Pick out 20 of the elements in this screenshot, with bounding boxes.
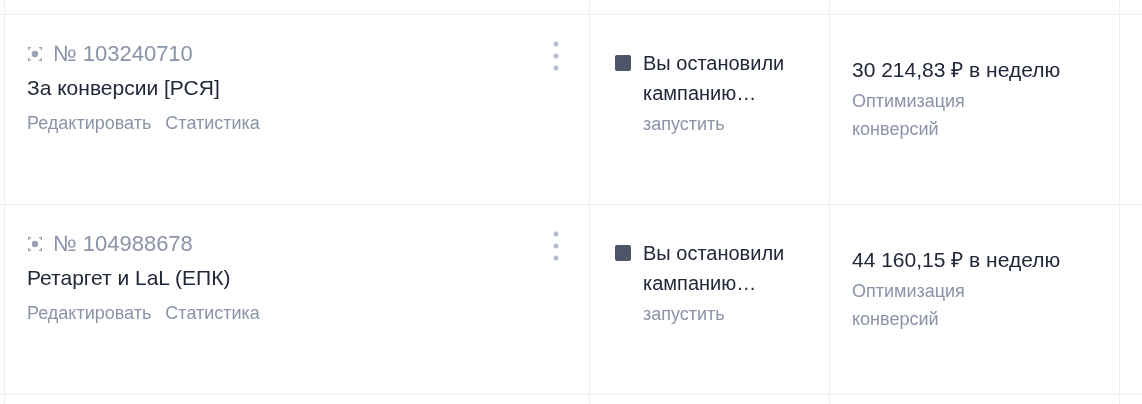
campaign-name: За конверсии [РСЯ] bbox=[27, 75, 221, 101]
campaign-link[interactable]: Статистика bbox=[165, 109, 260, 137]
more-icon[interactable] bbox=[553, 231, 559, 261]
status-text: Вы остановили кампанию… bbox=[643, 51, 786, 106]
status-text: Вы остановили кампанию… bbox=[643, 241, 786, 296]
target-icon bbox=[27, 46, 43, 62]
strategy-text: Оптимизация конверсий bbox=[852, 90, 966, 141]
budget-text: 30 214,83 ₽ в неделю bbox=[852, 57, 1061, 83]
campaign-number: № 104988678 bbox=[53, 230, 193, 258]
start-link[interactable]: запустить bbox=[643, 300, 725, 328]
strategy-text: Оптимизация конверсий bbox=[852, 280, 966, 331]
more-icon[interactable] bbox=[553, 41, 559, 71]
campaign-link[interactable]: Редактировать bbox=[27, 109, 152, 137]
budget-text: 44 160,15 ₽ в неделю bbox=[852, 247, 1061, 273]
campaign-name: Ретаргет и LaL (ЕПК) bbox=[27, 265, 232, 291]
campaign-link[interactable]: Статистика bbox=[165, 299, 260, 327]
start-link[interactable]: запустить bbox=[643, 110, 725, 138]
campaign-link[interactable]: Редактировать bbox=[27, 299, 152, 327]
target-icon bbox=[27, 236, 43, 252]
campaign-number: № 103240710 bbox=[53, 40, 193, 68]
